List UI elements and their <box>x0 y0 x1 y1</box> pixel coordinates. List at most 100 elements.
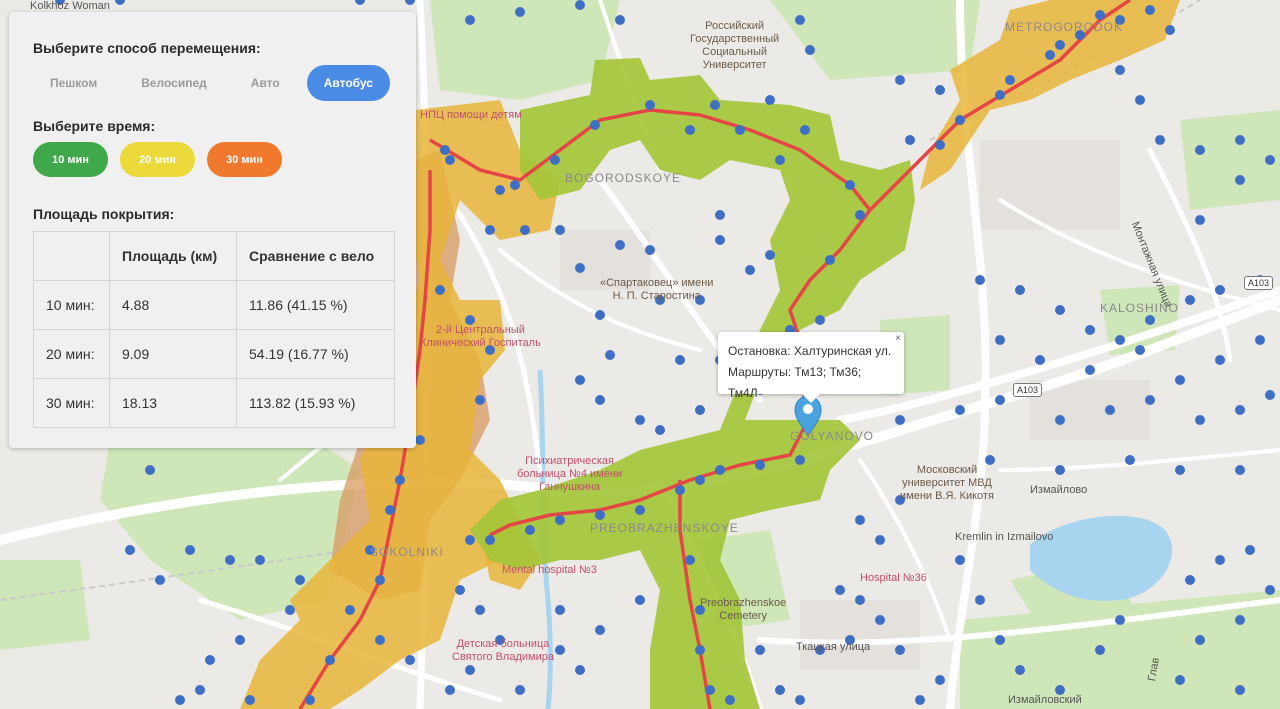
bus-stop-dot[interactable] <box>225 555 235 565</box>
bus-stop-dot[interactable] <box>1135 95 1145 105</box>
bus-stop-dot[interactable] <box>1035 355 1045 365</box>
bus-stop-dot[interactable] <box>455 585 465 595</box>
bus-stop-dot[interactable] <box>375 635 385 645</box>
bus-stop-dot[interactable] <box>1145 395 1155 405</box>
bus-stop-dot[interactable] <box>510 180 520 190</box>
bus-stop-dot[interactable] <box>935 85 945 95</box>
bus-stop-dot[interactable] <box>1265 585 1275 595</box>
bus-stop-dot[interactable] <box>465 15 475 25</box>
bus-stop-dot[interactable] <box>1165 25 1175 35</box>
bus-stop-dot[interactable] <box>575 375 585 385</box>
bus-stop-dot[interactable] <box>395 475 405 485</box>
bus-stop-dot[interactable] <box>590 120 600 130</box>
bus-stop-dot[interactable] <box>755 460 765 470</box>
bus-stop-dot[interactable] <box>1235 685 1245 695</box>
bus-stop-dot[interactable] <box>1235 405 1245 415</box>
bus-stop-dot[interactable] <box>875 535 885 545</box>
bus-stop-dot[interactable] <box>235 635 245 645</box>
bus-stop-dot[interactable] <box>995 395 1005 405</box>
bus-stop-dot[interactable] <box>935 675 945 685</box>
bus-stop-dot[interactable] <box>595 510 605 520</box>
bus-stop-dot[interactable] <box>515 7 525 17</box>
bus-stop-dot[interactable] <box>765 250 775 260</box>
bus-stop-dot[interactable] <box>295 575 305 585</box>
bus-stop-dot[interactable] <box>795 695 805 705</box>
bus-stop-dot[interactable] <box>955 555 965 565</box>
bus-stop-dot[interactable] <box>1055 40 1065 50</box>
bus-stop-dot[interactable] <box>895 415 905 425</box>
bus-stop-dot[interactable] <box>1265 390 1275 400</box>
bus-stop-dot[interactable] <box>1175 465 1185 475</box>
bus-stop-dot[interactable] <box>355 0 365 5</box>
bus-stop-dot[interactable] <box>465 665 475 675</box>
bus-stop-dot[interactable] <box>1095 10 1105 20</box>
bus-stop-dot[interactable] <box>715 210 725 220</box>
bus-stop-dot[interactable] <box>615 15 625 25</box>
bus-stop-dot[interactable] <box>975 595 985 605</box>
bus-stop-dot[interactable] <box>975 275 985 285</box>
bus-stop-dot[interactable] <box>440 145 450 155</box>
bus-stop-dot[interactable] <box>1045 50 1055 60</box>
bus-stop-dot[interactable] <box>1115 615 1125 625</box>
bus-stop-dot[interactable] <box>1195 635 1205 645</box>
close-icon[interactable]: × <box>895 333 901 345</box>
bus-stop-dot[interactable] <box>615 240 625 250</box>
bus-stop-dot[interactable] <box>1185 575 1195 585</box>
bus-stop-dot[interactable] <box>325 655 335 665</box>
bus-stop-dot[interactable] <box>875 615 885 625</box>
bus-stop-dot[interactable] <box>1175 375 1185 385</box>
bus-stop-dot[interactable] <box>1145 5 1155 15</box>
bus-stop-dot[interactable] <box>735 125 745 135</box>
bus-stop-dot[interactable] <box>155 575 165 585</box>
mode-bike-button[interactable]: Велосипед <box>124 65 224 101</box>
bus-stop-dot[interactable] <box>645 100 655 110</box>
bus-stop-dot[interactable] <box>1215 285 1225 295</box>
bus-stop-dot[interactable] <box>1265 155 1275 165</box>
bus-stop-dot[interactable] <box>595 395 605 405</box>
bus-stop-dot[interactable] <box>125 545 135 555</box>
bus-stop-dot[interactable] <box>1195 415 1205 425</box>
bus-stop-dot[interactable] <box>115 0 125 5</box>
bus-stop-dot[interactable] <box>245 695 255 705</box>
bus-stop-dot[interactable] <box>715 235 725 245</box>
bus-stop-dot[interactable] <box>765 95 775 105</box>
bus-stop-dot[interactable] <box>555 515 565 525</box>
bus-stop-dot[interactable] <box>895 75 905 85</box>
bus-stop-dot[interactable] <box>1215 355 1225 365</box>
bus-stop-dot[interactable] <box>855 515 865 525</box>
bus-stop-dot[interactable] <box>445 155 455 165</box>
bus-stop-dot[interactable] <box>1145 315 1155 325</box>
bus-stop-dot[interactable] <box>955 405 965 415</box>
bus-stop-dot[interactable] <box>710 100 720 110</box>
bus-stop-dot[interactable] <box>775 685 785 695</box>
bus-stop-dot[interactable] <box>575 263 585 273</box>
bus-stop-dot[interactable] <box>815 315 825 325</box>
bus-stop-dot[interactable] <box>495 185 505 195</box>
bus-stop-dot[interactable] <box>645 245 655 255</box>
bus-stop-dot[interactable] <box>415 435 425 445</box>
bus-stop-dot[interactable] <box>445 685 455 695</box>
bus-stop-dot[interactable] <box>915 695 925 705</box>
bus-stop-dot[interactable] <box>685 555 695 565</box>
time-10-button[interactable]: 10 мин <box>33 142 108 177</box>
bus-stop-dot[interactable] <box>555 225 565 235</box>
bus-stop-dot[interactable] <box>385 505 395 515</box>
bus-stop-dot[interactable] <box>255 555 265 565</box>
bus-stop-dot[interactable] <box>775 155 785 165</box>
bus-stop-dot[interactable] <box>475 395 485 405</box>
bus-stop-dot[interactable] <box>1185 295 1195 305</box>
bus-stop-dot[interactable] <box>595 625 605 635</box>
bus-stop-dot[interactable] <box>805 45 815 55</box>
bus-stop-dot[interactable] <box>855 210 865 220</box>
bus-stop-dot[interactable] <box>1235 175 1245 185</box>
bus-stop-dot[interactable] <box>485 535 495 545</box>
bus-stop-dot[interactable] <box>1135 345 1145 355</box>
bus-stop-dot[interactable] <box>550 155 560 165</box>
bus-stop-dot[interactable] <box>635 595 645 605</box>
bus-stop-dot[interactable] <box>1255 335 1265 345</box>
bus-stop-dot[interactable] <box>520 225 530 235</box>
bus-stop-dot[interactable] <box>835 585 845 595</box>
bus-stop-dot[interactable] <box>1175 675 1185 685</box>
bus-stop-dot[interactable] <box>1235 135 1245 145</box>
bus-stop-dot[interactable] <box>955 115 965 125</box>
